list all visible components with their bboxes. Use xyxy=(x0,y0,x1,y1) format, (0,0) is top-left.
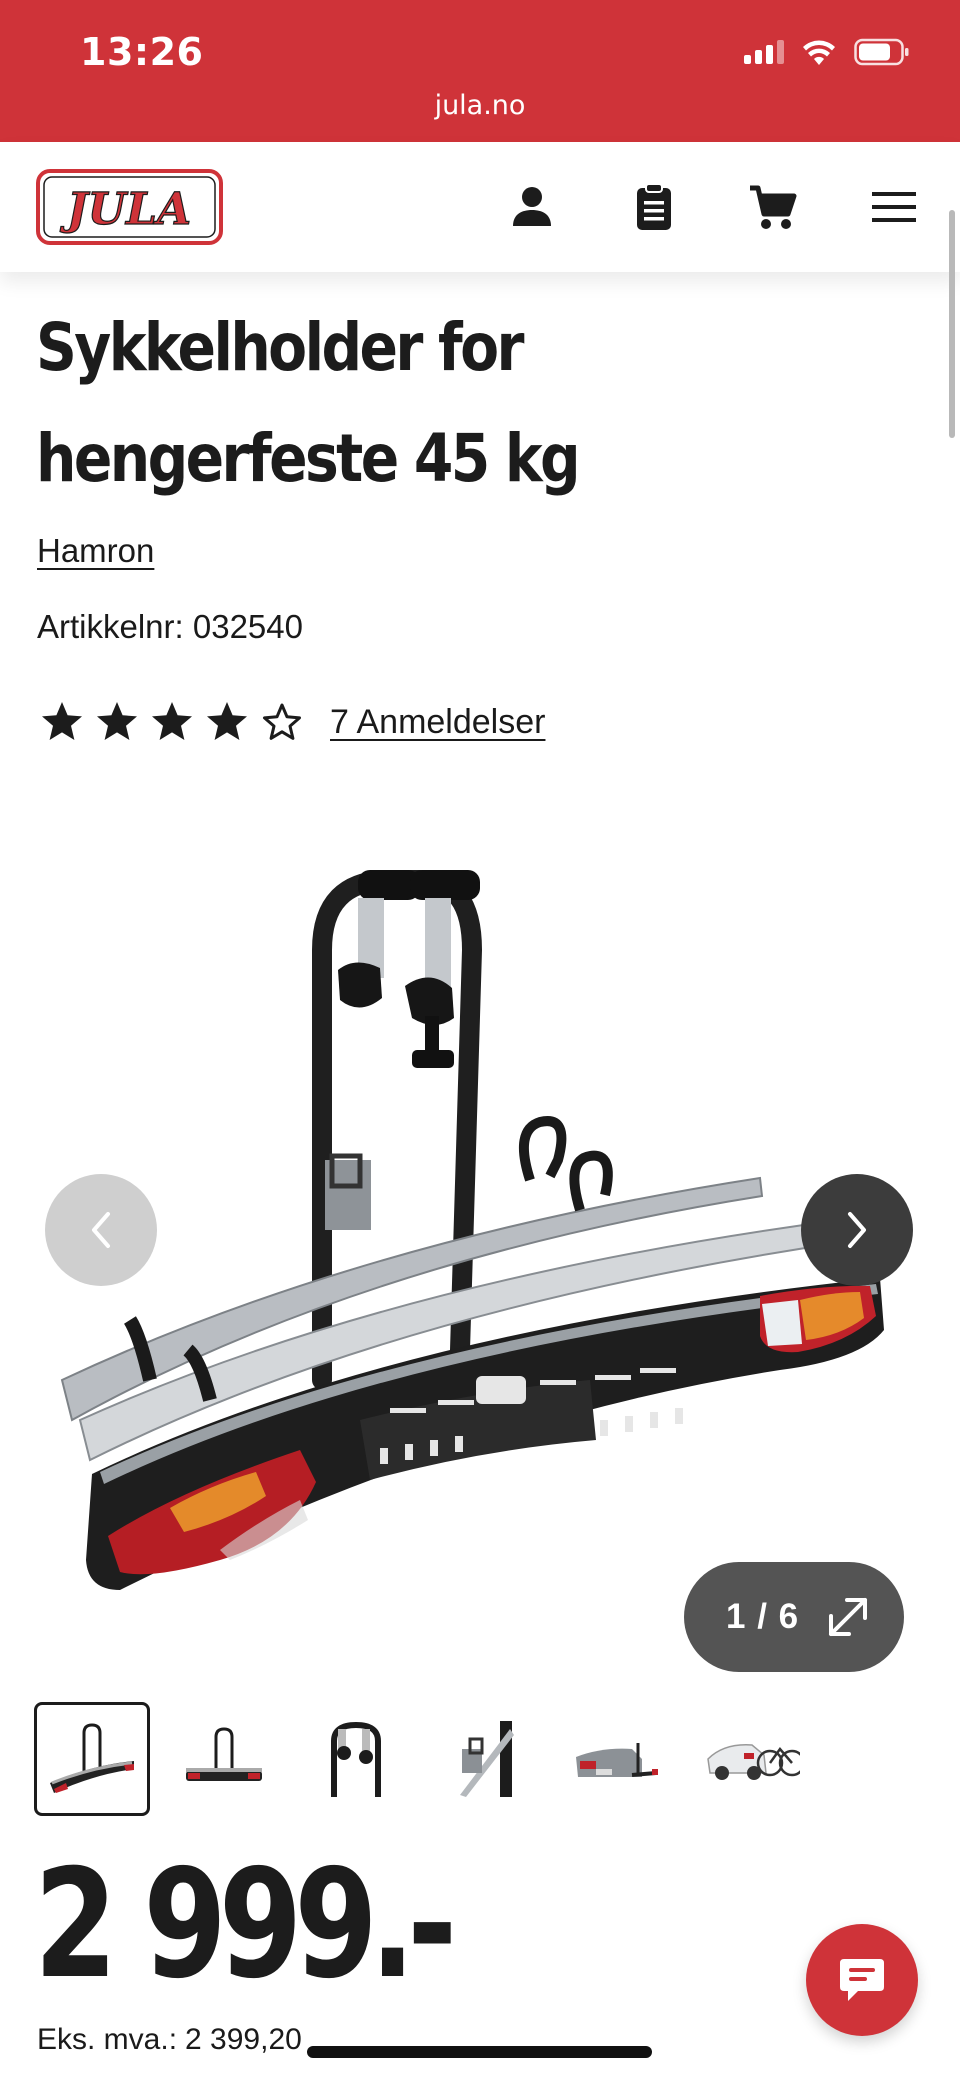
carousel-next-button[interactable] xyxy=(801,1174,913,1286)
price-ex-vat: Eks. mva.: 2 399,20 xyxy=(37,2023,302,2057)
thumbnail-6[interactable] xyxy=(694,1702,810,1816)
thumbnail-1[interactable] xyxy=(34,1702,150,1816)
menu-icon[interactable] xyxy=(870,182,920,232)
home-indicator[interactable] xyxy=(307,2046,652,2058)
account-icon[interactable] xyxy=(507,182,557,232)
star-filled-icon xyxy=(42,702,82,740)
status-icons xyxy=(744,36,910,68)
thumbnail-4[interactable] xyxy=(430,1702,546,1816)
product-title-line-2: hengerfeste 45 kg xyxy=(36,420,581,497)
thumbnail-1-image xyxy=(50,1723,134,1793)
thumbnail-2[interactable] xyxy=(166,1702,282,1816)
ex-vat-label: Eks. mva.: xyxy=(37,2023,178,2056)
chat-button[interactable] xyxy=(806,1924,918,2036)
thumbnail-strip xyxy=(34,1702,810,1816)
address-bar-url[interactable]: jula.no xyxy=(0,90,960,121)
article-number: Artikkelnr: 032540 xyxy=(37,608,303,645)
thumbnail-5[interactable] xyxy=(562,1702,678,1816)
logo-text: JULA xyxy=(60,184,191,235)
chevron-right-icon xyxy=(848,1212,866,1248)
jula-logo[interactable]: JULA xyxy=(36,169,223,245)
brand-link[interactable]: Hamron xyxy=(37,532,154,570)
gallery-counter: 1 / 6 xyxy=(726,1597,800,1636)
status-time: 13:26 xyxy=(80,30,204,74)
price: 2 999.- xyxy=(34,1838,457,2012)
cart-icon[interactable] xyxy=(748,182,798,232)
product-title: Sykkelholder for hengerfeste 45 kg xyxy=(36,292,690,514)
carousel-prev-button[interactable] xyxy=(45,1174,157,1286)
scroll-indicator xyxy=(949,210,955,438)
thumbnail-2-image xyxy=(186,1727,262,1781)
product-image[interactable] xyxy=(60,860,900,1600)
battery-icon xyxy=(854,38,909,66)
thumbnail-5-image xyxy=(576,1743,658,1777)
wifi-icon xyxy=(803,40,835,65)
star-filled-icon xyxy=(97,702,137,740)
ex-vat-value: 2 399,20 xyxy=(185,2023,302,2056)
reviews-link[interactable]: 7 Anmeldelser xyxy=(330,703,545,742)
status-bar: 13:26 jula.no xyxy=(0,0,960,142)
gallery-counter-fullscreen-button[interactable]: 1 / 6 xyxy=(684,1562,904,1672)
thumbnail-3-image xyxy=(331,1721,381,1797)
shopping-list-icon[interactable] xyxy=(629,182,679,232)
expand-icon xyxy=(829,1598,868,1636)
star-filled-icon xyxy=(152,702,192,740)
chat-icon xyxy=(840,1959,884,2001)
thumbnail-6-image xyxy=(707,1744,800,1780)
chevron-left-icon xyxy=(92,1212,110,1248)
star-filled-icon xyxy=(207,702,247,740)
star-empty-icon xyxy=(263,703,301,740)
signal-icon xyxy=(744,40,784,64)
site-header: JULA xyxy=(0,142,960,272)
thumbnail-3[interactable] xyxy=(298,1702,414,1816)
thumbnail-4-image xyxy=(460,1721,514,1797)
rating[interactable]: 7 Anmeldelser xyxy=(40,700,545,744)
product-title-line-1: Sykkelholder for xyxy=(36,309,525,386)
